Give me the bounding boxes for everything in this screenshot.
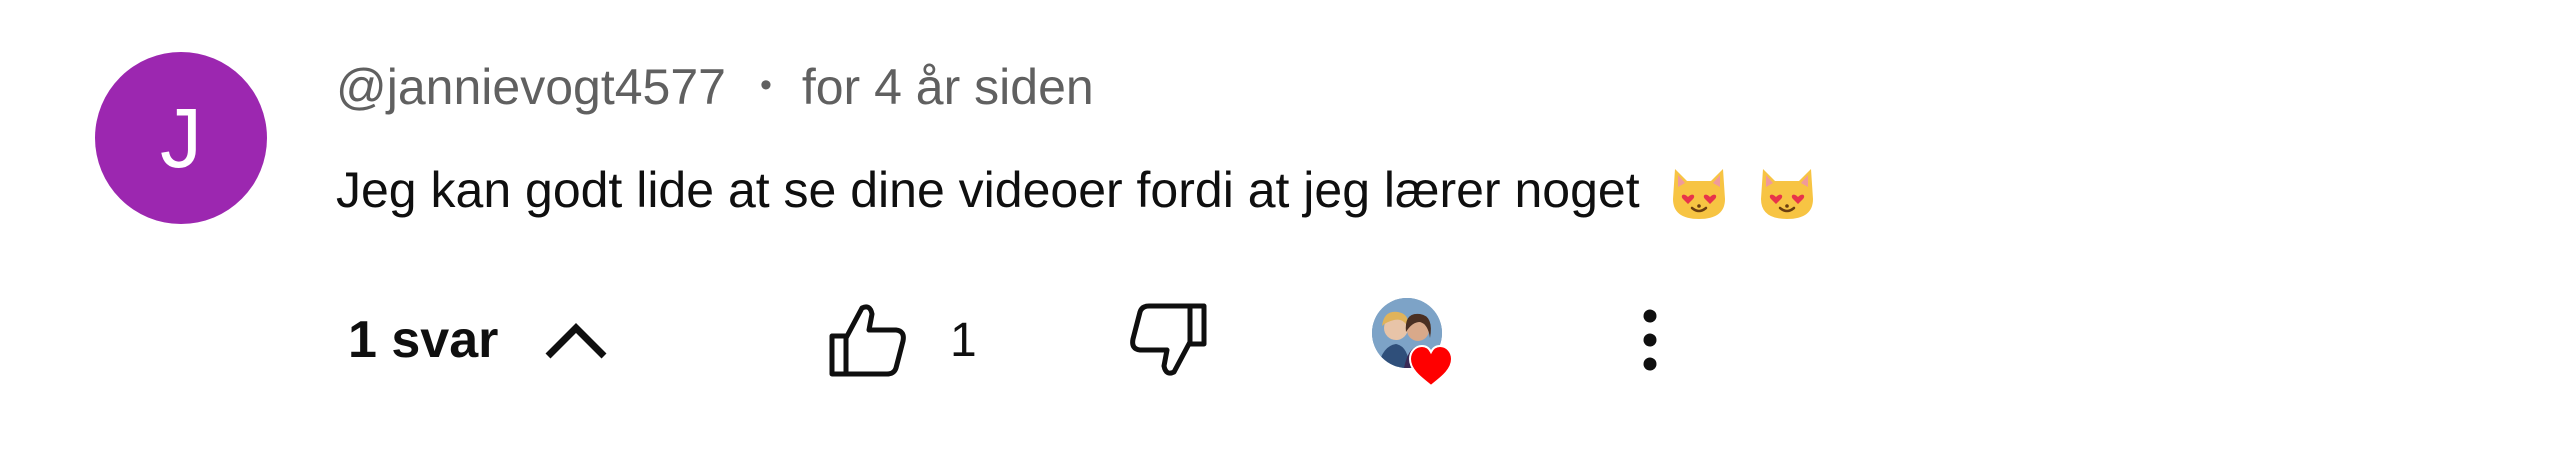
- comment-actions: 1 svar 1: [0, 290, 2560, 390]
- comment-body: Jeg kan godt lide at se dine videoer for…: [336, 162, 1640, 218]
- smiling-cat-with-heart-eyes-icon: [1760, 169, 1813, 219]
- separator-dot: •: [759, 65, 772, 104]
- like-count: 1: [950, 313, 977, 367]
- comment: J @jannievogt4577 • for 4 år siden Jeg k…: [0, 0, 2560, 466]
- comment-header: @jannievogt4577 • for 4 år siden: [336, 52, 1094, 122]
- smiling-cat-with-heart-eyes-icon: [1672, 169, 1725, 219]
- comment-timestamp[interactable]: for 4 år siden: [802, 58, 1094, 116]
- comment-text: Jeg kan godt lide at se dine videoer for…: [336, 152, 1820, 228]
- thumbs-down-icon[interactable]: [1126, 298, 1210, 382]
- like-button[interactable]: 1: [826, 290, 977, 390]
- author-avatar[interactable]: J: [95, 52, 267, 224]
- replies-label: 1 svar: [348, 311, 499, 369]
- more-vertical-icon[interactable]: [1620, 304, 1680, 376]
- replies-toggle-button[interactable]: 1 svar: [348, 290, 610, 390]
- chevron-up-icon: [545, 323, 607, 359]
- heart-icon: [1408, 344, 1454, 388]
- thumbs-up-icon: [829, 304, 906, 377]
- author-name[interactable]: @jannievogt4577: [336, 58, 726, 116]
- creator-heart-badge: [1372, 298, 1472, 398]
- avatar-letter: J: [160, 90, 202, 185]
